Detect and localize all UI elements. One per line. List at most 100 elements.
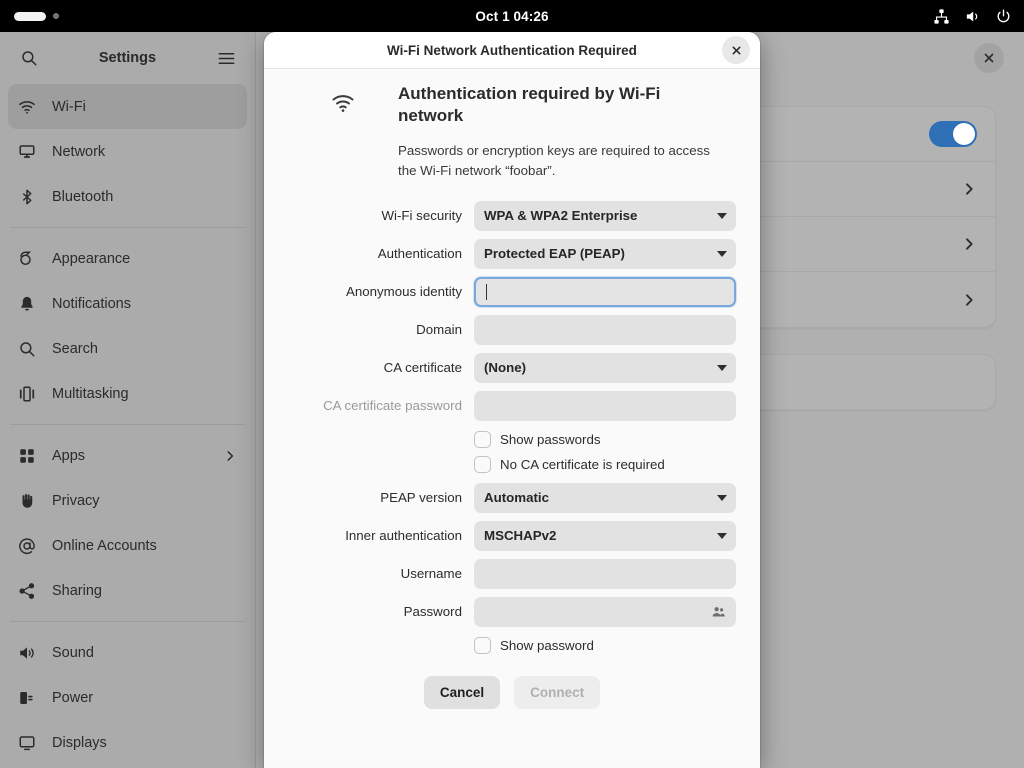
ca-certificate-dropdown[interactable]: (None) (474, 352, 736, 383)
chevron-right-icon (223, 449, 237, 463)
sidebar-divider (10, 424, 245, 425)
volume-icon[interactable] (964, 8, 981, 25)
close-icon[interactable] (722, 36, 750, 64)
ca-certificate-value: (None) (484, 360, 527, 376)
screen: Oct 1 04:26 Settings Wi-Fi Network Bluet… (0, 0, 1024, 768)
field-label: PEAP version (380, 490, 462, 506)
dialog-body: Authentication required by Wi-Fi network… (264, 69, 760, 768)
field-row-password: Password (288, 596, 736, 627)
chevron-down-icon (717, 364, 727, 371)
sidebar-item-label: Privacy (52, 492, 100, 509)
system-top-bar: Oct 1 04:26 (0, 0, 1024, 32)
sidebar-item-notifications[interactable]: Notifications (8, 281, 247, 326)
no-ca-certificate-required-checkbox[interactable] (474, 455, 491, 473)
wifi-authentication-dialog: Wi-Fi Network Authentication Required Au… (264, 32, 760, 768)
sidebar-item-label: Online Accounts (52, 537, 157, 554)
sidebar-item-label: Search (52, 340, 98, 357)
password-input[interactable] (474, 596, 736, 627)
sidebar-item-displays[interactable]: Displays (8, 720, 247, 765)
bluetooth-icon (18, 188, 36, 206)
sidebar-item-sound[interactable]: Sound (8, 630, 247, 675)
sidebar-item-appearance[interactable]: Appearance (8, 236, 247, 281)
field-label: Password (403, 604, 462, 620)
search-icon[interactable] (14, 43, 44, 73)
field-label: Domain (416, 322, 462, 338)
search-icon (18, 340, 36, 358)
anonymous-identity-input[interactable] (474, 276, 736, 307)
field-row-wifi-security: Wi-Fi security WPA & WPA2 Enterprise (288, 200, 736, 231)
wifi-toggle[interactable] (929, 121, 977, 147)
sidebar-item-bluetooth[interactable]: Bluetooth (8, 174, 247, 219)
field-row-ca-certificate-password: CA certificate password (288, 390, 736, 421)
sidebar-item-sharing[interactable]: Sharing (8, 568, 247, 613)
inner-authentication-value: MSCHAPv2 (484, 528, 557, 544)
sidebar-item-search[interactable]: Search (8, 326, 247, 371)
peap-version-value: Automatic (484, 490, 550, 506)
network-icon (18, 143, 36, 161)
show-password-checkbox[interactable] (474, 636, 491, 654)
checkbox-label[interactable]: Show password (500, 638, 594, 653)
cancel-button[interactable]: Cancel (423, 675, 501, 709)
sidebar-item-apps[interactable]: Apps (8, 433, 247, 478)
inner-authentication-dropdown[interactable]: MSCHAPv2 (474, 520, 736, 551)
dialog-heading: Authentication required by Wi-Fi network (398, 84, 661, 126)
show-passwords-checkbox[interactable] (474, 430, 491, 448)
wifi-icon (288, 83, 398, 181)
field-label: Inner authentication (345, 528, 462, 544)
hand-icon (18, 492, 36, 510)
domain-input[interactable] (474, 314, 736, 345)
field-label: CA certificate (383, 360, 462, 376)
dialog-title: Wi-Fi Network Authentication Required (387, 42, 637, 58)
sidebar-item-power[interactable]: Power (8, 675, 247, 720)
checkbox-row-show-passwords: Show passwords (288, 430, 736, 448)
power-icon[interactable] (995, 8, 1012, 25)
share-icon (18, 582, 36, 600)
sidebar-item-label: Sharing (52, 582, 102, 599)
field-label: Anonymous identity (345, 284, 462, 300)
apps-grid-icon (18, 447, 36, 465)
wifi-security-value: WPA & WPA2 Enterprise (484, 208, 638, 224)
username-input[interactable] (474, 558, 736, 589)
contacts-people-icon[interactable] (711, 604, 726, 619)
power-plug-icon (18, 689, 36, 707)
sidebar-item-label: Appearance (52, 250, 131, 267)
sidebar-item-privacy[interactable]: Privacy (8, 478, 247, 523)
sidebar-item-label: Bluetooth (52, 188, 114, 205)
sidebar-item-online-accounts[interactable]: Online Accounts (8, 523, 247, 568)
peap-version-dropdown[interactable]: Automatic (474, 482, 736, 513)
dialog-header: Wi-Fi Network Authentication Required (264, 32, 760, 69)
authentication-dropdown[interactable]: Protected EAP (PEAP) (474, 238, 736, 269)
sidebar-item-wi-fi[interactable]: Wi-Fi (8, 84, 247, 129)
chevron-down-icon (717, 250, 727, 257)
field-label: Authentication (377, 246, 462, 262)
bell-icon (18, 295, 36, 313)
field-row-domain: Domain (288, 314, 736, 345)
sidebar-item-label: Sound (52, 644, 94, 661)
sidebar-item-label: Wi-Fi (52, 98, 86, 115)
network-wired-icon[interactable] (933, 8, 950, 25)
field-row-inner-authentication: Inner authentication MSCHAPv2 (288, 520, 736, 551)
checkbox-label[interactable]: Show passwords (500, 432, 601, 447)
appearance-icon (18, 250, 36, 268)
sidebar-item-network[interactable]: Network (8, 129, 247, 174)
speaker-icon (18, 644, 36, 662)
field-row-anonymous-identity: Anonymous identity (288, 276, 736, 307)
dialog-intro-text: Authentication required by Wi-Fi network… (398, 83, 736, 181)
field-row-peap-version: PEAP version Automatic (288, 482, 736, 513)
sidebar-item-multitasking[interactable]: Multitasking (8, 371, 247, 416)
field-label: CA certificate password (323, 398, 462, 414)
page-title: Settings (98, 50, 157, 66)
ca-certificate-password-input (474, 390, 736, 421)
sidebar-item-label: Displays (52, 734, 107, 751)
clock[interactable]: Oct 1 04:26 (0, 0, 1024, 32)
sidebar-header: Settings (0, 32, 255, 84)
authentication-value: Protected EAP (PEAP) (484, 246, 625, 262)
field-row-username: Username (288, 558, 736, 589)
hamburger-menu-icon[interactable] (211, 43, 241, 73)
close-icon[interactable] (974, 43, 1004, 73)
checkbox-label[interactable]: No CA certificate is required (500, 457, 665, 472)
system-tray (933, 0, 1012, 32)
wifi-security-dropdown[interactable]: WPA & WPA2 Enterprise (474, 200, 736, 231)
checkbox-row-no-ca-certificate: No CA certificate is required (288, 455, 736, 473)
display-icon (18, 734, 36, 752)
